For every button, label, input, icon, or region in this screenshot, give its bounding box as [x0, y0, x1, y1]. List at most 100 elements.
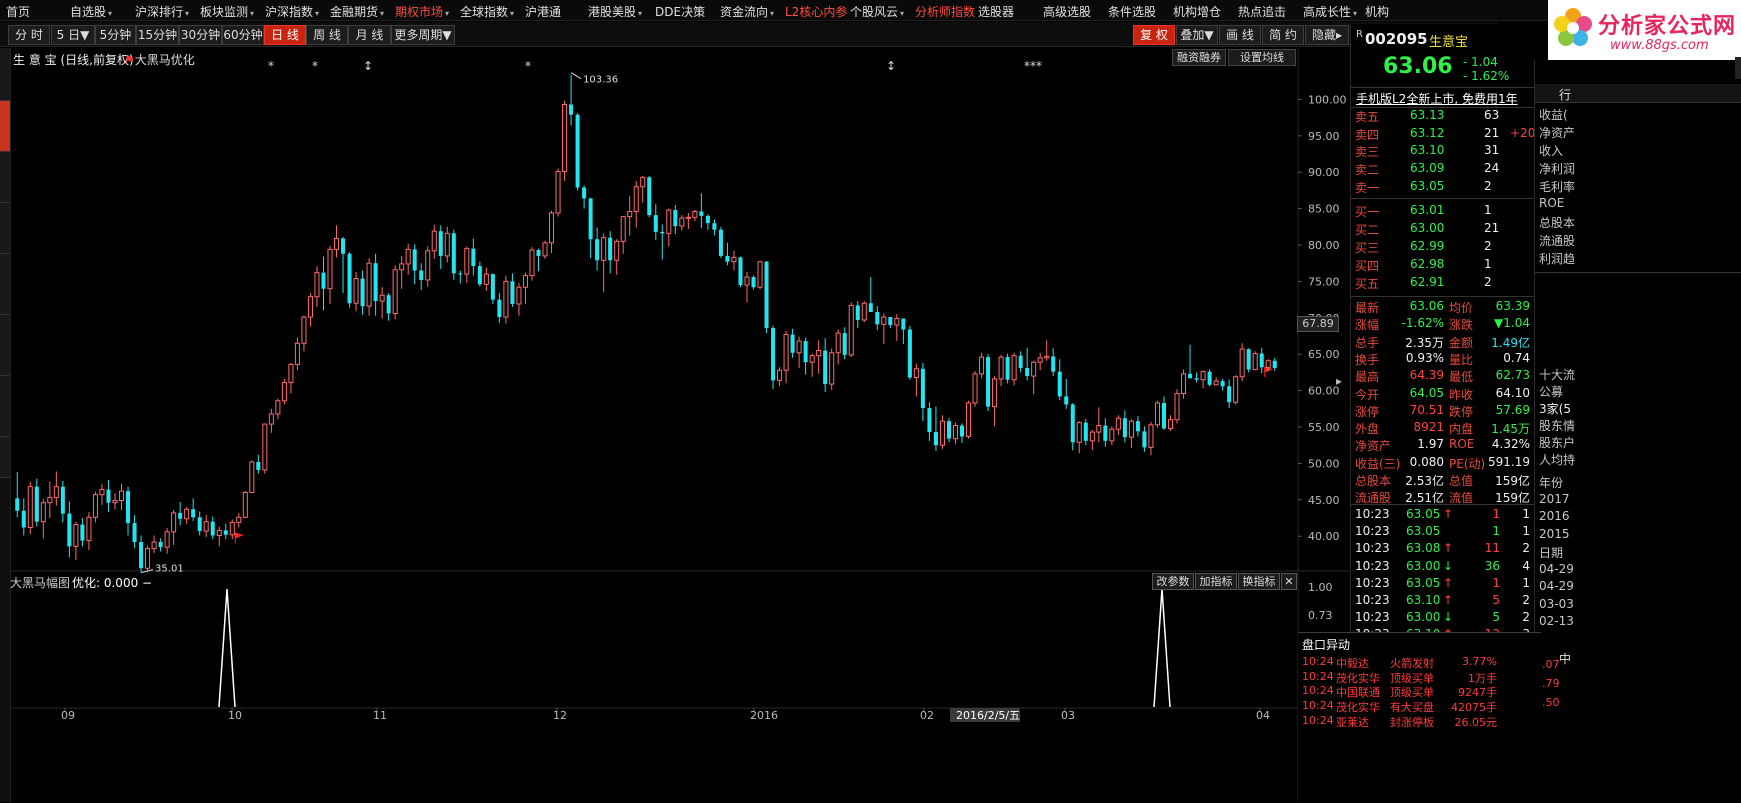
period-button-3[interactable]: 15分钟 — [136, 25, 179, 45]
y-tick-label: 45.00 — [1308, 494, 1340, 507]
menu-item-2[interactable]: 沪深排行 ▾ — [135, 3, 189, 20]
bid-label: 买三 — [1355, 241, 1380, 255]
menu-item-8[interactable]: 沪港通 — [525, 3, 561, 20]
tool-button-1[interactable]: 叠加▼ — [1176, 25, 1218, 45]
menu-item-11[interactable]: 资金流向 ▾ — [720, 3, 774, 20]
chevron-down-icon: ▾ — [445, 9, 450, 18]
side-tab-f10[interactable] — [0, 152, 10, 203]
candle-down — [907, 329, 912, 378]
menu-item-20[interactable]: 高成长性 ▾ — [1303, 3, 1357, 20]
menu-item-3[interactable]: 板块监测 ▾ — [200, 3, 254, 20]
menu-item-7[interactable]: 全球指数 ▾ — [460, 3, 514, 20]
alert-row[interactable]: 10:24 中国联通 顶级买单 9247手 — [1298, 684, 1541, 699]
candle-down — [1135, 421, 1140, 432]
event-marker[interactable]: ↕ — [886, 59, 896, 73]
sub-button-1[interactable]: 加指标 — [1195, 573, 1237, 590]
candle-up — [1148, 424, 1154, 448]
sub-button-3[interactable]: ✕ — [1281, 573, 1297, 590]
menu-item-15[interactable]: 选股器 — [978, 3, 1014, 20]
tool-button-3[interactable]: 简 约 — [1262, 25, 1304, 45]
candle-down — [536, 250, 541, 256]
bid-label: 买四 — [1355, 259, 1380, 273]
bottom-tab[interactable]: 中 — [1559, 650, 1571, 667]
tool-button-0[interactable]: 复 权 — [1133, 25, 1175, 45]
tool-button-2[interactable]: 画 线 — [1219, 25, 1261, 45]
promo-text[interactable]: 手机版L2全新上市, 免费用1年 — [1356, 90, 1518, 107]
f10-tab[interactable]: 行 — [1559, 86, 1571, 103]
event-marker[interactable]: * — [312, 59, 318, 73]
sub-button-2[interactable]: 换指标 — [1238, 573, 1280, 590]
candle-up — [229, 521, 235, 536]
menu-item-18[interactable]: 机构增仓 — [1173, 3, 1221, 20]
sub-button-0[interactable]: 改参数 — [1152, 573, 1194, 590]
chart-button-1[interactable]: 设置均线 — [1228, 49, 1296, 66]
period-button-8[interactable]: 月 线 — [348, 25, 391, 45]
tick-time: 10:23 — [1355, 507, 1390, 521]
event-marker[interactable]: ↕ — [363, 59, 373, 73]
tick-vol: 5 — [1492, 593, 1500, 607]
promo-banner[interactable]: 手机版L2全新上市, 免费用1年 — [1351, 87, 1544, 108]
alert-row[interactable]: 10:24 茂化实华 顶级买单 1万手 — [1298, 670, 1541, 685]
menu-item-label: 沪深指数 — [265, 5, 314, 19]
candle-up — [692, 211, 698, 218]
menu-item-5[interactable]: 金融期货 ▾ — [330, 3, 384, 20]
period-button-5[interactable]: 60分钟 — [222, 25, 264, 45]
candle-up — [262, 423, 268, 471]
tick-time: 10:23 — [1355, 541, 1390, 556]
menu-item-0[interactable]: 首页 — [6, 3, 30, 20]
candle-down — [575, 114, 580, 188]
book-divider — [1351, 198, 1544, 199]
menu-item-1[interactable]: 自选股 ▾ — [70, 3, 112, 20]
period-button-7[interactable]: 周 线 — [306, 25, 348, 45]
scroll-handle[interactable] — [1735, 57, 1741, 79]
alert-row[interactable]: 10:24 茂化实华 有大买盘 42075手 — [1298, 699, 1541, 714]
menu-item-label: 首页 — [6, 5, 31, 19]
alert-row[interactable]: 10:24 中毅达 火箭发射 3.77% — [1298, 655, 1541, 670]
side-tab-intraday[interactable] — [0, 48, 10, 101]
low-label: 35.01 — [155, 564, 184, 575]
event-marker[interactable]: * — [525, 59, 531, 73]
tick-price: 63.00 — [1406, 558, 1441, 573]
menu-item-4[interactable]: 沪深指数 ▾ — [265, 3, 319, 20]
candle-up — [835, 332, 841, 354]
period-button-1[interactable]: 5 日▼ — [51, 25, 95, 45]
period-button-4[interactable]: 30分钟 — [179, 25, 222, 45]
y-tick-label: 60.00 — [1308, 385, 1340, 398]
stat-value: 8921 — [1413, 420, 1444, 435]
tool-button-4[interactable]: 隐藏▸ — [1305, 25, 1349, 45]
side-tab-news[interactable] — [0, 203, 10, 254]
candle-down — [875, 311, 880, 325]
event-marker[interactable]: * — [268, 59, 274, 73]
kline-chart[interactable]: 100.0095.0090.0085.0080.0075.0070.0065.0… — [10, 48, 1350, 802]
collapse-arrow-icon[interactable]: ▸ — [1336, 374, 1348, 390]
x-tick-label: 2016 — [750, 709, 778, 722]
period-button-0[interactable]: 分 时 — [8, 25, 50, 45]
menu-item-10[interactable]: DDE决策 — [655, 3, 705, 20]
side-tab-analysis[interactable] — [0, 254, 10, 315]
event-marker[interactable]: *** — [1024, 59, 1042, 73]
menu-item-12[interactable]: L2核心内参 — [785, 3, 847, 20]
menu-item-13[interactable]: 个股风云 ▾ — [850, 3, 904, 20]
side-tab-kline[interactable] — [0, 101, 10, 152]
menu-item-9[interactable]: 港股美股 ▾ — [588, 3, 642, 20]
menu-item-19[interactable]: 热点追击 — [1238, 3, 1286, 20]
menu-item-6[interactable]: 期权市场 ▾ — [395, 3, 449, 20]
menu-item-17[interactable]: 条件选股 — [1108, 3, 1156, 20]
stat-label: PE(动) — [1449, 456, 1486, 471]
side-tab-research[interactable] — [0, 315, 10, 376]
menu-item-21[interactable]: 机构 — [1365, 3, 1389, 20]
candle-down — [718, 229, 723, 256]
menu-item-16[interactable]: 高级选股 — [1043, 3, 1091, 20]
side-tab-other[interactable] — [0, 437, 10, 478]
alert-row[interactable]: 10:24 亚莱达 封涨停板 26.05元 — [1298, 714, 1541, 729]
chart-button-0[interactable]: 融资融券 — [1172, 49, 1226, 66]
menu-item-label: 选股器 — [978, 5, 1015, 19]
candle-down — [1070, 404, 1075, 443]
period-button-9[interactable]: 更多周期▼ — [391, 25, 455, 45]
side-tab-capital[interactable] — [0, 376, 10, 437]
menu-item-14[interactable]: 分析师指数 — [915, 3, 975, 20]
period-button-6[interactable]: 日 线 — [264, 25, 306, 45]
tick-row: 10:23 63.05 ↑ 1 1 — [1351, 507, 1544, 524]
period-button-2[interactable]: 5分钟 — [95, 25, 136, 45]
candle-down — [582, 187, 587, 199]
